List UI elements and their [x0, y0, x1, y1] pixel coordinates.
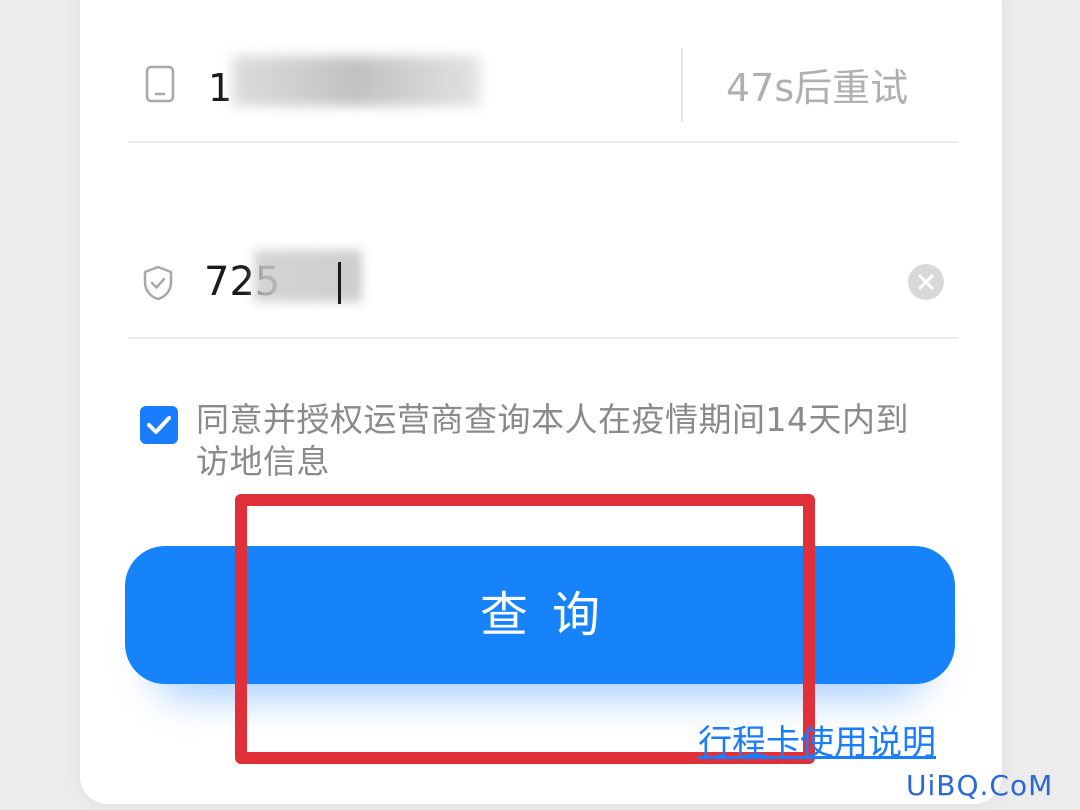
help-link[interactable]: 行程卡使用说明 — [698, 722, 936, 764]
agreement-text: 同意并授权运营商查询本人在疫情期间14天内到访地信息 — [196, 400, 909, 481]
mobile-phone-icon — [145, 65, 175, 103]
redacted-phone-blur — [232, 56, 480, 106]
watermark: UiBQ.CoM — [906, 769, 1054, 802]
phone-number-field[interactable]: 1 — [208, 64, 232, 112]
agreement-checkbox[interactable] — [140, 406, 178, 444]
shield-check-icon — [143, 265, 173, 301]
text-caret — [338, 262, 341, 304]
query-button[interactable]: 查询 — [125, 546, 955, 684]
resend-countdown: 47s后重试 — [726, 66, 909, 110]
code-field-underline — [128, 337, 958, 339]
field-divider — [681, 48, 683, 122]
redacted-code-blur — [254, 250, 362, 302]
checkmark-icon — [147, 416, 171, 434]
phone-field-underline — [128, 141, 958, 143]
clear-icon[interactable] — [908, 264, 944, 300]
